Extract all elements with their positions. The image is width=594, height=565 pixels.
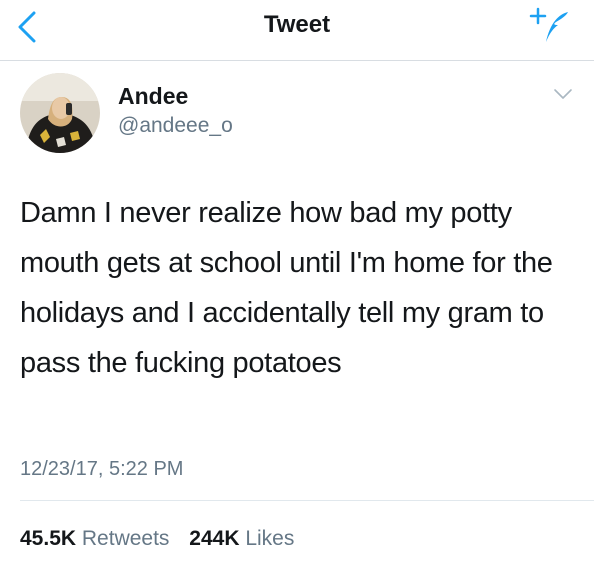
tweet-timestamp: 12/23/17, 5:22 PM xyxy=(20,458,184,480)
author-display-name[interactable]: Andee xyxy=(118,83,188,110)
avatar[interactable] xyxy=(20,73,100,153)
tweet-stats: 45.5K Retweets 244K Likes xyxy=(20,527,294,551)
author-handle[interactable]: @andeee_o xyxy=(118,114,233,138)
divider xyxy=(20,500,594,501)
retweets-count[interactable]: 45.5K xyxy=(20,527,76,550)
retweets-label[interactable]: Retweets xyxy=(82,527,170,550)
compose-tweet-button[interactable] xyxy=(528,6,572,46)
top-navigation-bar: Tweet xyxy=(0,0,594,61)
compose-tweet-icon xyxy=(529,7,568,42)
likes-count[interactable]: 244K xyxy=(189,527,239,550)
page-title: Tweet xyxy=(263,11,331,38)
tweet-menu-button[interactable] xyxy=(550,84,576,104)
chevron-down-icon xyxy=(554,89,572,99)
tweet-text: Damn I never realize how bad my potty mo… xyxy=(20,197,553,379)
likes-label[interactable]: Likes xyxy=(245,527,294,550)
